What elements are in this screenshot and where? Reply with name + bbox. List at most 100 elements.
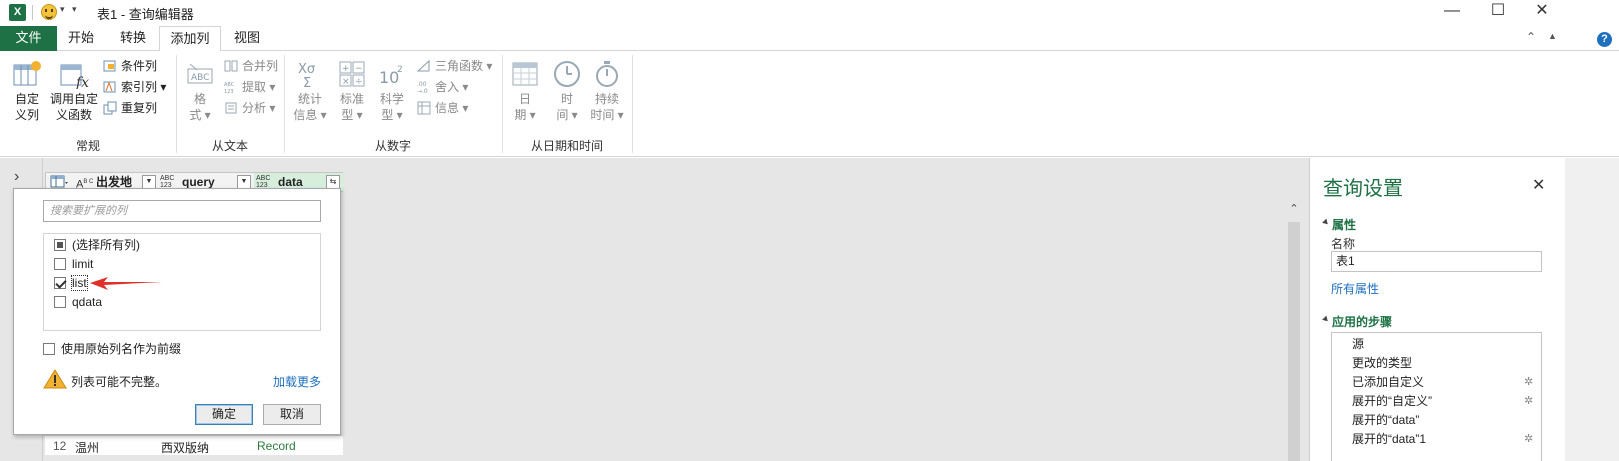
close-window-button[interactable]: ✕: [1519, 0, 1565, 24]
close-settings-icon[interactable]: ✕: [1532, 175, 1545, 195]
svg-text:×: ×: [342, 77, 350, 87]
cell-origin[interactable]: 温州: [75, 439, 99, 456]
any-type-icon[interactable]: ABC 123: [160, 175, 174, 189]
scrollbar-track[interactable]: [1288, 222, 1300, 461]
expand-column-icon[interactable]: ⇆: [326, 175, 340, 189]
svg-text:−: −: [355, 64, 363, 74]
custom-column-icon: [13, 61, 41, 86]
smiley-dropdown-icon[interactable]: ▾: [60, 4, 65, 15]
step-item[interactable]: 展开的“data”: [1352, 411, 1419, 430]
window-title: 表1 - 查询编辑器: [97, 7, 194, 22]
merge-columns-button[interactable]: 合并列: [224, 57, 278, 75]
ok-button[interactable]: 确定: [195, 404, 253, 425]
invoke-function-icon: fx: [60, 64, 89, 89]
step-settings-gear-icon[interactable]: ✲: [1524, 375, 1533, 388]
date-button[interactable]: 日 期 ▾: [508, 59, 542, 123]
information-button[interactable]: 信息 ▾: [417, 99, 468, 117]
tab-transform[interactable]: 转换: [109, 26, 157, 51]
feedback-smiley-icon[interactable]: [41, 4, 57, 20]
filter-origin-button[interactable]: ▼: [142, 175, 156, 189]
use-prefix-checkbox[interactable]: 使用原始列名作为前缀: [43, 341, 181, 357]
rounding-button[interactable]: .00 →.0 舍入 ▾: [417, 78, 468, 96]
ribbon: 自定 义列 fx 调用自定 义函数 条件列 索引列 ▾ 重复列 常规 ABC 格…: [0, 51, 1619, 157]
statistics-button[interactable]: Xσ Σ 统计 信息 ▾: [291, 59, 329, 123]
load-more-link[interactable]: 加载更多: [273, 373, 321, 390]
step-item[interactable]: 更改的类型: [1352, 354, 1412, 373]
svg-text:ABC: ABC: [224, 82, 235, 88]
checkbox-unchecked[interactable]: [43, 343, 55, 355]
trigonometry-button[interactable]: 三角函数 ▾: [417, 57, 492, 75]
svg-text:Xσ: Xσ: [298, 62, 315, 77]
step-item[interactable]: 源: [1352, 335, 1364, 354]
help-icon[interactable]: ?: [1597, 32, 1612, 47]
group-separator: [632, 55, 633, 153]
group-label-from-number: 从数字: [374, 139, 411, 153]
applied-steps-header[interactable]: 应用的步骤: [1323, 313, 1392, 330]
column-checkbox-list[interactable]: list: [54, 275, 88, 293]
scientific-icon: 10 2: [379, 65, 403, 87]
column-checkbox-qdata[interactable]: qdata: [54, 294, 102, 312]
cancel-button[interactable]: 取消: [263, 404, 321, 425]
expand-search-input[interactable]: 搜索要扩展的列: [43, 200, 321, 222]
scientific-button[interactable]: 10 2 科学 型 ▾: [376, 59, 408, 123]
step-settings-gear-icon[interactable]: ✲: [1524, 432, 1533, 445]
maximize-button[interactable]: ☐: [1475, 0, 1521, 24]
invoke-custom-function-button[interactable]: fx 调用自定 义函数: [49, 59, 99, 123]
checkbox-unchecked[interactable]: [54, 258, 66, 270]
tab-home[interactable]: 开始: [57, 26, 105, 51]
conditional-column-icon: [103, 60, 116, 72]
scientific-label-1: 科学: [379, 92, 404, 106]
custom-column-button[interactable]: 自定 义列: [8, 59, 46, 123]
properties-section-header[interactable]: 属性: [1323, 216, 1356, 233]
tab-file[interactable]: 文件: [0, 26, 57, 51]
step-item[interactable]: 展开的“data”1: [1352, 430, 1426, 449]
merge-columns-icon: [224, 60, 238, 72]
conditional-column-button[interactable]: 条件列: [103, 57, 157, 75]
applied-steps-list: 源 更改的类型 已添加自定义 ✲ 展开的“自定义” ✲ 展开的“data” 展开…: [1331, 332, 1542, 461]
minimize-button[interactable]: —: [1429, 0, 1475, 24]
time-button[interactable]: 时 间 ▾: [550, 59, 584, 123]
format-button[interactable]: ABC 格 式 ▾: [182, 59, 218, 123]
format-label-1: 格: [193, 92, 206, 106]
collapse-ribbon-icon[interactable]: ⌃: [1526, 30, 1536, 44]
duplicate-column-button[interactable]: 重复列: [103, 99, 157, 117]
ribbon-up-icon[interactable]: ▲: [1548, 31, 1557, 41]
name-label: 名称: [1331, 237, 1356, 251]
custom-column-label-1: 自定: [14, 92, 39, 106]
parse-button[interactable]: 分析 ▾: [224, 99, 275, 117]
any-type-icon[interactable]: ABC 123: [256, 175, 270, 189]
step-item[interactable]: 已添加自定义: [1352, 373, 1424, 392]
parse-icon: [225, 102, 237, 114]
checkbox-unchecked[interactable]: [54, 296, 66, 308]
tab-add-column[interactable]: 添加列: [159, 26, 221, 52]
tab-view[interactable]: 视图: [223, 26, 271, 51]
incomplete-list-warning: 列表可能不完整。: [71, 375, 168, 389]
group-label-from-text: 从文本: [211, 139, 248, 153]
expand-navigator-icon[interactable]: ›: [14, 168, 19, 186]
column-checkbox-limit[interactable]: limit: [54, 256, 93, 274]
query-name-input[interactable]: 表1: [1331, 251, 1542, 272]
excel-app-icon[interactable]: X: [9, 4, 26, 21]
step-item[interactable]: 展开的“自定义”: [1352, 392, 1432, 411]
scroll-up-icon[interactable]: ⌃: [1286, 202, 1302, 218]
select-all-columns-checkbox[interactable]: (选择所有列): [54, 237, 140, 255]
cell-data-record[interactable]: Record: [257, 439, 296, 453]
annotation-arrow: [90, 277, 162, 290]
table-row[interactable]: 12 温州 西双版纳 Record: [45, 435, 343, 455]
cell-query[interactable]: 西双版纳: [161, 439, 209, 456]
quick-access-customize-icon[interactable]: ▾: [72, 4, 77, 15]
filter-query-button[interactable]: ▼: [237, 175, 251, 189]
all-properties-link[interactable]: 所有属性: [1331, 280, 1379, 297]
step-settings-gear-icon[interactable]: ✲: [1524, 394, 1533, 407]
duration-button[interactable]: 持续 时间 ▾: [589, 59, 625, 123]
ribbon-tabs: 文件 开始 转换 添加列 视图: [0, 26, 1619, 52]
checkbox-checked[interactable]: [54, 277, 66, 289]
vertical-scrollbar[interactable]: ⌃: [1286, 198, 1302, 461]
index-column-button[interactable]: 索引列 ▾: [103, 78, 166, 96]
checkbox-indeterminate[interactable]: [54, 239, 66, 251]
standard-button[interactable]: + − × ÷ 标准 型 ▾: [336, 59, 368, 123]
extract-button[interactable]: ABC 123 提取 ▾: [224, 78, 275, 96]
time-label-1: 时: [560, 92, 573, 106]
svg-text:→.0: →.0: [417, 88, 428, 94]
duration-label-2: 时间 ▾: [590, 108, 624, 122]
